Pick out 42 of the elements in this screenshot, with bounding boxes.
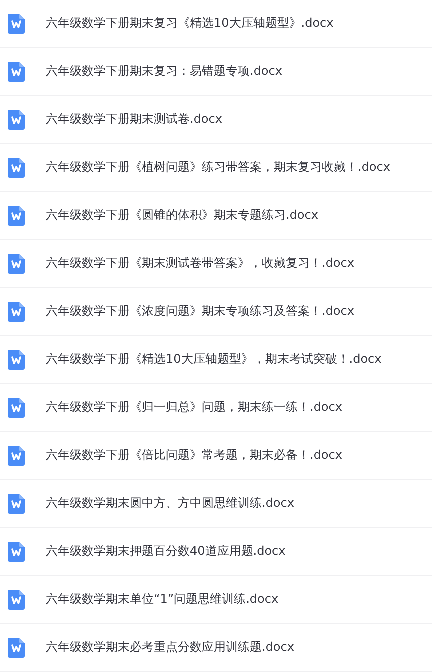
- document-icon: [8, 206, 25, 226]
- file-row[interactable]: 六年级数学期末单位“1”问题思维训练.docx: [0, 576, 432, 624]
- document-icon: [8, 638, 25, 658]
- file-name: 六年级数学下册《倍比问题》常考题，期末必备！.docx: [46, 447, 342, 464]
- file-name: 六年级数学下册期末复习《精选10大压轴题型》.docx: [46, 15, 334, 32]
- document-icon: [8, 158, 25, 178]
- file-name: 六年级数学期末单位“1”问题思维训练.docx: [46, 591, 279, 608]
- file-name: 六年级数学下册期末复习：易错题专项.docx: [46, 63, 282, 80]
- file-row[interactable]: 六年级数学下册期末复习《精选10大压轴题型》.docx: [0, 0, 432, 48]
- file-row[interactable]: 六年级数学下册《倍比问题》常考题，期末必备！.docx: [0, 432, 432, 480]
- file-row[interactable]: 六年级数学下册《归一归总》问题，期末练一练！.docx: [0, 384, 432, 432]
- file-name: 六年级数学期末押题百分数40道应用题.docx: [46, 543, 286, 560]
- file-name: 六年级数学下册《期末测试卷带答案》，收藏复习！.docx: [46, 255, 354, 272]
- file-row[interactable]: 六年级数学期末圆中方、方中圆思维训练.docx: [0, 480, 432, 528]
- document-icon: [8, 350, 25, 370]
- file-row[interactable]: 六年级数学下册期末测试卷.docx: [0, 96, 432, 144]
- document-icon: [8, 494, 25, 514]
- file-name: 六年级数学下册期末测试卷.docx: [46, 111, 222, 128]
- file-name: 六年级数学下册《植树问题》练习带答案，期末复习收藏！.docx: [46, 159, 390, 176]
- file-name: 六年级数学期末必考重点分数应用训练题.docx: [46, 639, 294, 656]
- file-name: 六年级数学期末圆中方、方中圆思维训练.docx: [46, 495, 294, 512]
- file-name: 六年级数学下册《精选10大压轴题型》，期末考试突破！.docx: [46, 351, 382, 368]
- document-icon: [8, 62, 25, 82]
- document-icon: [8, 542, 25, 562]
- file-row[interactable]: 六年级数学下册《精选10大压轴题型》，期末考试突破！.docx: [0, 336, 432, 384]
- document-icon: [8, 14, 25, 34]
- file-row[interactable]: 六年级数学期末押题百分数40道应用题.docx: [0, 528, 432, 576]
- file-row[interactable]: 六年级数学期末必考重点分数应用训练题.docx: [0, 624, 432, 672]
- file-row[interactable]: 六年级数学下册《浓度问题》期末专项练习及答案！.docx: [0, 288, 432, 336]
- file-row[interactable]: 六年级数学下册期末复习：易错题专项.docx: [0, 48, 432, 96]
- document-icon: [8, 398, 25, 418]
- document-icon: [8, 590, 25, 610]
- document-icon: [8, 302, 25, 322]
- document-icon: [8, 110, 25, 130]
- file-row[interactable]: 六年级数学下册《圆锥的体积》期末专题练习.docx: [0, 192, 432, 240]
- document-icon: [8, 254, 25, 274]
- file-row[interactable]: 六年级数学下册《期末测试卷带答案》，收藏复习！.docx: [0, 240, 432, 288]
- file-row[interactable]: 六年级数学下册《植树问题》练习带答案，期末复习收藏！.docx: [0, 144, 432, 192]
- document-icon: [8, 446, 25, 466]
- file-name: 六年级数学下册《浓度问题》期末专项练习及答案！.docx: [46, 303, 354, 320]
- file-name: 六年级数学下册《圆锥的体积》期末专题练习.docx: [46, 207, 318, 224]
- file-name: 六年级数学下册《归一归总》问题，期末练一练！.docx: [46, 399, 342, 416]
